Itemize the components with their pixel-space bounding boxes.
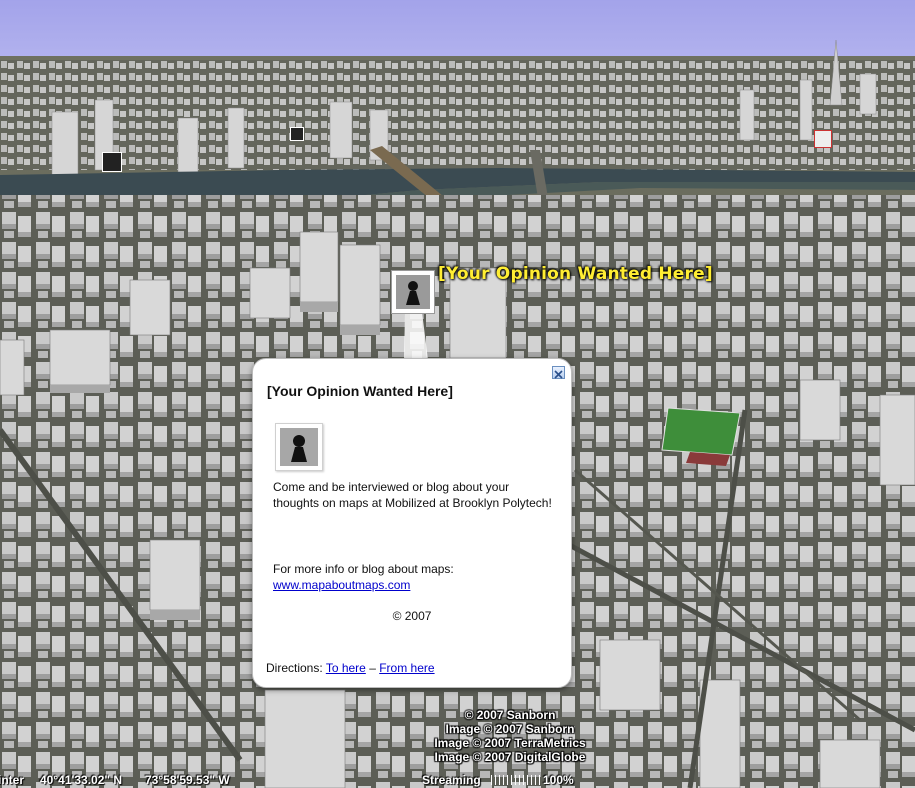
streaming-label: Streaming	[422, 773, 481, 787]
balloon-info: For more info or blog about maps: www.ma…	[273, 561, 454, 593]
balloon-directions: Directions: To here – From here	[266, 661, 435, 675]
person-silhouette-icon	[406, 281, 420, 305]
directions-label: Directions:	[266, 661, 323, 675]
balloon-description: Come and be interviewed or blog about yo…	[273, 480, 552, 510]
credit-line: Image © 2007 DigitalGlobe	[434, 750, 586, 764]
longitude-readout: 73°58'59.53" W	[145, 773, 230, 787]
close-icon	[554, 370, 563, 379]
balloon-close-button[interactable]	[552, 366, 565, 379]
balloon-info-text: For more info or blog about maps:	[273, 562, 454, 576]
credit-line: Image © 2007 TerraMetrics	[434, 736, 586, 750]
person-silhouette-icon	[291, 435, 307, 462]
credit-line: Image © 2007 Sanborn	[445, 722, 575, 736]
placemark-icon-image	[396, 275, 430, 309]
directions-separator: –	[369, 661, 376, 675]
placemark-person-icon[interactable]	[391, 270, 435, 314]
placemark-pin[interactable]	[290, 127, 304, 141]
balloon-copyright: © 2007	[392, 609, 432, 623]
status-bar: inter 40°41'33.02" N 73°58'59.53" W Stre…	[0, 772, 915, 788]
placemark-pin[interactable]	[102, 152, 122, 172]
latitude-readout: 40°41'33.02" N	[40, 773, 123, 787]
pointer-label: inter	[0, 773, 25, 787]
placemark-label[interactable]: [Your Opinion Wanted Here]	[438, 264, 713, 284]
imagery-credits: © 2007 Sanborn Image © 2007 Sanborn Imag…	[420, 708, 600, 764]
directions-from-here-link[interactable]: From here	[379, 661, 434, 675]
placemark-pin[interactable]	[814, 130, 832, 148]
balloon-title: [Your Opinion Wanted Here]	[267, 383, 453, 399]
directions-to-here-link[interactable]: To here	[326, 661, 366, 675]
credit-line: © 2007 Sanborn	[464, 708, 556, 722]
streaming-percent: 100%	[543, 773, 574, 787]
streaming-progress-bar	[491, 775, 541, 785]
info-balloon: [Your Opinion Wanted Here] Come and be i…	[252, 358, 572, 688]
balloon-person-image	[275, 423, 323, 471]
mapaboutmaps-link[interactable]: www.mapaboutmaps.com	[273, 578, 410, 592]
